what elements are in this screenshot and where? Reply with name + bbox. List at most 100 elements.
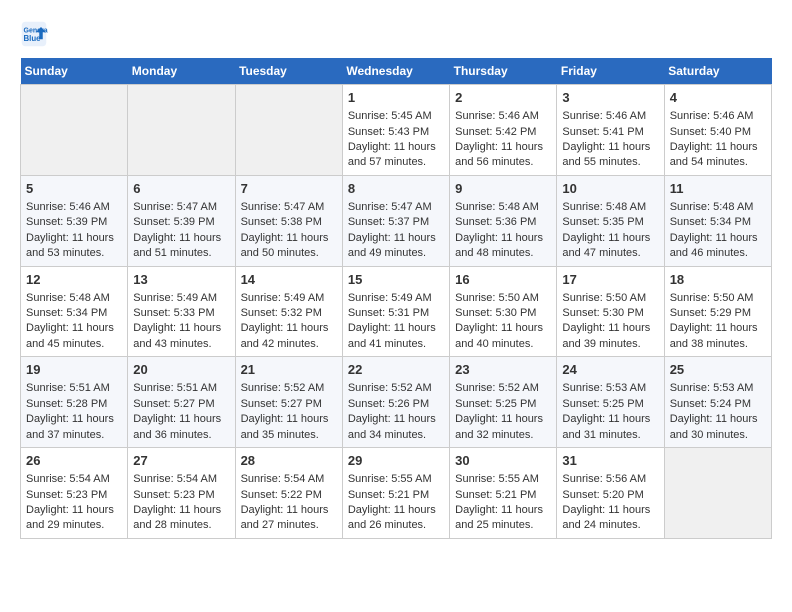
day-info-line: Sunset: 5:41 PM [562, 125, 658, 140]
day-number: 12 [26, 271, 122, 289]
day-cell: 27Sunrise: 5:54 AMSunset: 5:23 PMDayligh… [128, 448, 235, 539]
day-cell: 15Sunrise: 5:49 AMSunset: 5:31 PMDayligh… [342, 266, 449, 357]
day-cell: 24Sunrise: 5:53 AMSunset: 5:25 PMDayligh… [557, 357, 664, 448]
day-number: 10 [562, 180, 658, 198]
day-cell: 6Sunrise: 5:47 AMSunset: 5:39 PMDaylight… [128, 175, 235, 266]
day-info-line: Sunrise: 5:48 AM [455, 200, 551, 215]
day-info-line: Sunrise: 5:52 AM [241, 381, 337, 396]
day-info-line: Sunset: 5:30 PM [562, 306, 658, 321]
day-number: 19 [26, 361, 122, 379]
day-info-line: Sunrise: 5:49 AM [348, 291, 444, 306]
day-info-line: Sunrise: 5:46 AM [670, 109, 766, 124]
day-info-line: Daylight: 11 hours and 27 minutes. [241, 503, 337, 534]
day-info-line: Daylight: 11 hours and 37 minutes. [26, 412, 122, 443]
day-info-line: Sunrise: 5:46 AM [455, 109, 551, 124]
day-info-line: Sunrise: 5:47 AM [348, 200, 444, 215]
day-info-line: Sunset: 5:28 PM [26, 397, 122, 412]
day-info-line: Sunrise: 5:49 AM [241, 291, 337, 306]
day-info-line: Sunset: 5:34 PM [26, 306, 122, 321]
week-row-2: 5Sunrise: 5:46 AMSunset: 5:39 PMDaylight… [21, 175, 772, 266]
day-number: 25 [670, 361, 766, 379]
day-info-line: Sunrise: 5:47 AM [241, 200, 337, 215]
day-info-line: Sunrise: 5:46 AM [26, 200, 122, 215]
weekday-header-tuesday: Tuesday [235, 58, 342, 85]
day-info-line: Sunset: 5:25 PM [455, 397, 551, 412]
logo-icon: General Blue [20, 20, 48, 48]
day-info-line: Sunrise: 5:54 AM [26, 472, 122, 487]
day-info-line: Sunrise: 5:53 AM [562, 381, 658, 396]
day-cell: 11Sunrise: 5:48 AMSunset: 5:34 PMDayligh… [664, 175, 771, 266]
day-info-line: Sunset: 5:25 PM [562, 397, 658, 412]
day-info-line: Daylight: 11 hours and 32 minutes. [455, 412, 551, 443]
day-info-line: Sunrise: 5:47 AM [133, 200, 229, 215]
day-cell [128, 85, 235, 176]
day-number: 24 [562, 361, 658, 379]
weekday-header-sunday: Sunday [21, 58, 128, 85]
weekday-header-row: SundayMondayTuesdayWednesdayThursdayFrid… [21, 58, 772, 85]
day-info-line: Sunrise: 5:50 AM [562, 291, 658, 306]
day-number: 7 [241, 180, 337, 198]
day-info-line: Daylight: 11 hours and 56 minutes. [455, 140, 551, 171]
day-info-line: Sunset: 5:23 PM [133, 488, 229, 503]
day-info-line: Sunset: 5:27 PM [133, 397, 229, 412]
day-info-line: Sunrise: 5:50 AM [455, 291, 551, 306]
weekday-header-thursday: Thursday [450, 58, 557, 85]
day-cell: 17Sunrise: 5:50 AMSunset: 5:30 PMDayligh… [557, 266, 664, 357]
day-number: 4 [670, 89, 766, 107]
day-info-line: Sunset: 5:32 PM [241, 306, 337, 321]
day-info-line: Sunrise: 5:49 AM [133, 291, 229, 306]
day-info-line: Sunset: 5:42 PM [455, 125, 551, 140]
day-cell: 22Sunrise: 5:52 AMSunset: 5:26 PMDayligh… [342, 357, 449, 448]
day-info-line: Sunrise: 5:50 AM [670, 291, 766, 306]
day-info-line: Daylight: 11 hours and 41 minutes. [348, 321, 444, 352]
day-info-line: Sunset: 5:31 PM [348, 306, 444, 321]
day-number: 5 [26, 180, 122, 198]
day-number: 11 [670, 180, 766, 198]
day-cell: 26Sunrise: 5:54 AMSunset: 5:23 PMDayligh… [21, 448, 128, 539]
day-info-line: Daylight: 11 hours and 40 minutes. [455, 321, 551, 352]
day-info-line: Sunrise: 5:55 AM [455, 472, 551, 487]
day-info-line: Daylight: 11 hours and 28 minutes. [133, 503, 229, 534]
day-info-line: Sunset: 5:21 PM [455, 488, 551, 503]
day-cell: 10Sunrise: 5:48 AMSunset: 5:35 PMDayligh… [557, 175, 664, 266]
day-info-line: Sunset: 5:39 PM [133, 215, 229, 230]
day-info-line: Sunset: 5:29 PM [670, 306, 766, 321]
day-number: 23 [455, 361, 551, 379]
day-number: 31 [562, 452, 658, 470]
day-cell [21, 85, 128, 176]
day-number: 6 [133, 180, 229, 198]
day-cell: 16Sunrise: 5:50 AMSunset: 5:30 PMDayligh… [450, 266, 557, 357]
week-row-3: 12Sunrise: 5:48 AMSunset: 5:34 PMDayligh… [21, 266, 772, 357]
day-info-line: Daylight: 11 hours and 57 minutes. [348, 140, 444, 171]
day-number: 28 [241, 452, 337, 470]
day-info-line: Daylight: 11 hours and 43 minutes. [133, 321, 229, 352]
weekday-header-monday: Monday [128, 58, 235, 85]
day-info-line: Sunrise: 5:54 AM [133, 472, 229, 487]
day-number: 18 [670, 271, 766, 289]
day-cell: 18 Sunrise: 5:50 AMSunset: 5:29 PMDayligh… [664, 266, 771, 357]
day-info-line: Sunrise: 5:45 AM [348, 109, 444, 124]
day-info-line: Daylight: 11 hours and 50 minutes. [241, 231, 337, 262]
day-info-line: Daylight: 11 hours and 38 minutes. [670, 321, 766, 352]
day-info-line: Sunset: 5:27 PM [241, 397, 337, 412]
day-number: 8 [348, 180, 444, 198]
day-info-line: Daylight: 11 hours and 26 minutes. [348, 503, 444, 534]
day-info-line: Daylight: 11 hours and 25 minutes. [455, 503, 551, 534]
day-info-line: Daylight: 11 hours and 46 minutes. [670, 231, 766, 262]
day-info-line: Sunset: 5:39 PM [26, 215, 122, 230]
day-info-line: Sunset: 5:40 PM [670, 125, 766, 140]
day-number: 29 [348, 452, 444, 470]
day-info-line: Sunrise: 5:54 AM [241, 472, 337, 487]
day-info-line: Daylight: 11 hours and 47 minutes. [562, 231, 658, 262]
day-info-line: Sunrise: 5:51 AM [133, 381, 229, 396]
day-info-line: Sunset: 5:23 PM [26, 488, 122, 503]
day-info-line: Sunset: 5:24 PM [670, 397, 766, 412]
day-info-line: Daylight: 11 hours and 45 minutes. [26, 321, 122, 352]
day-cell: 23Sunrise: 5:52 AMSunset: 5:25 PMDayligh… [450, 357, 557, 448]
weekday-header-friday: Friday [557, 58, 664, 85]
day-info-line: Daylight: 11 hours and 54 minutes. [670, 140, 766, 171]
day-info-line: Sunset: 5:21 PM [348, 488, 444, 503]
day-info-line: Sunrise: 5:56 AM [562, 472, 658, 487]
day-cell: 3Sunrise: 5:46 AMSunset: 5:41 PMDaylight… [557, 85, 664, 176]
day-info-line: Sunset: 5:22 PM [241, 488, 337, 503]
